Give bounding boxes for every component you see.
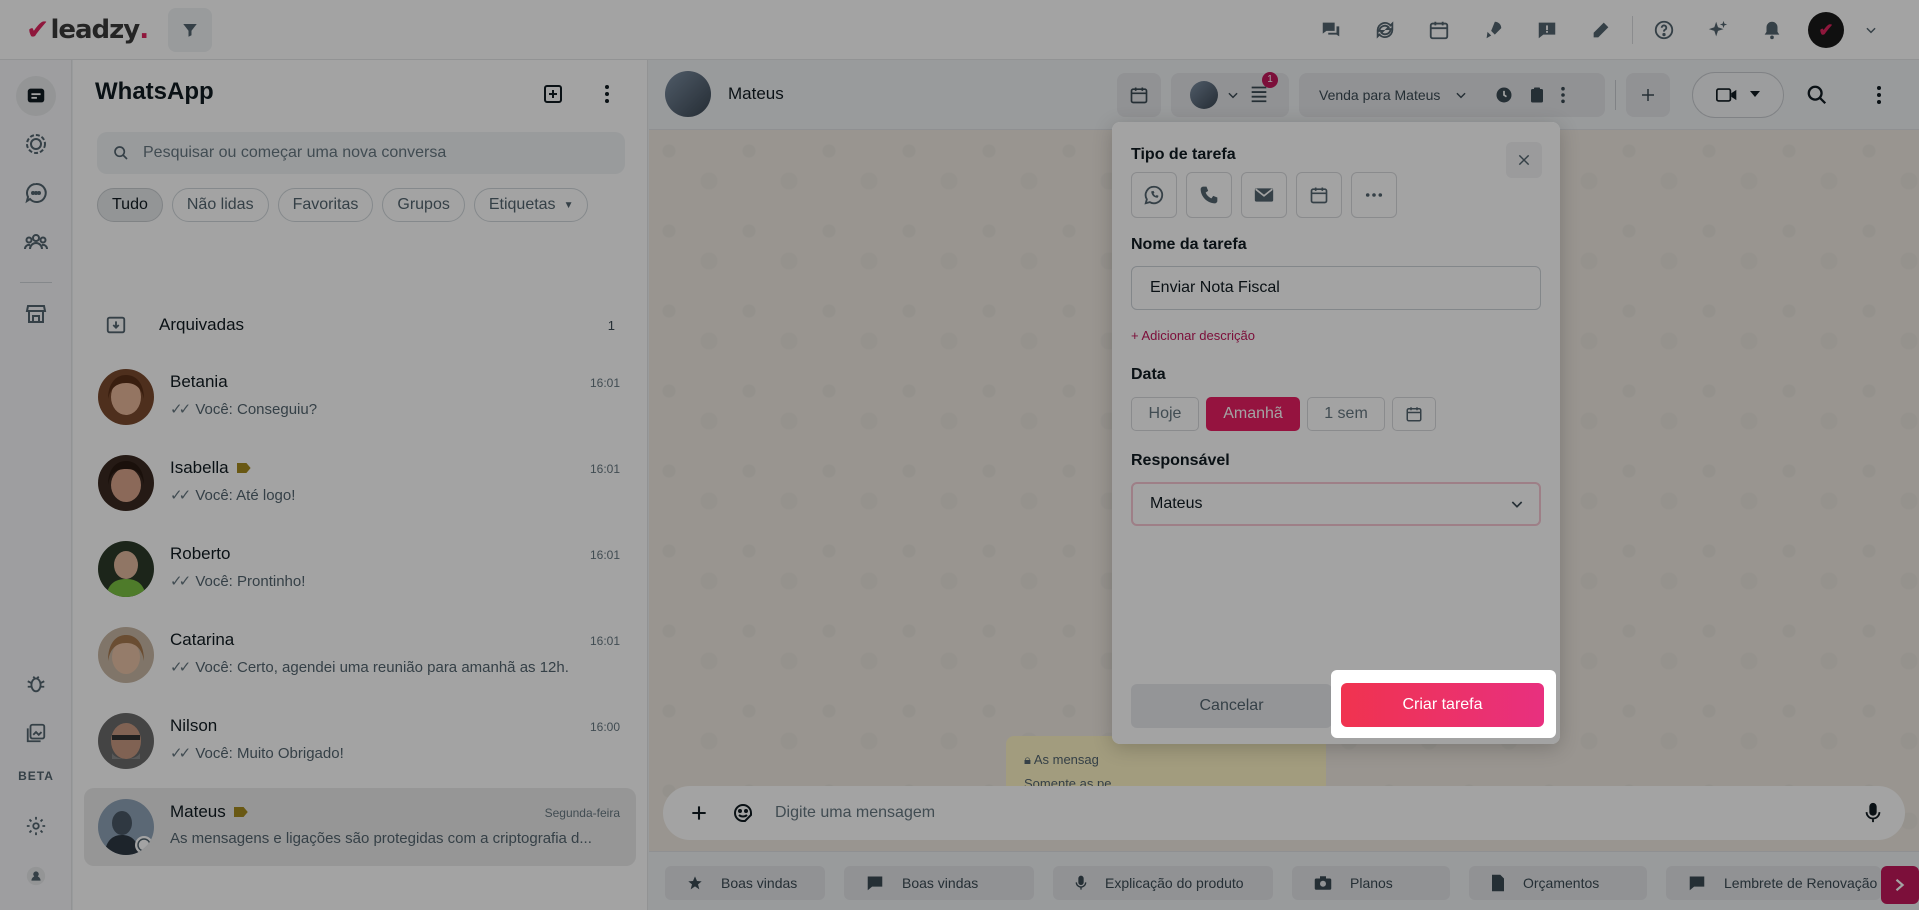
modal-dim-overlay [1112, 122, 1560, 744]
page-dim-overlay [0, 0, 1919, 910]
create-task-modal: Tipo de tarefa Nome da tarefa + Adiciona… [1112, 122, 1560, 744]
create-task-button[interactable]: Criar tarefa [1341, 683, 1544, 727]
